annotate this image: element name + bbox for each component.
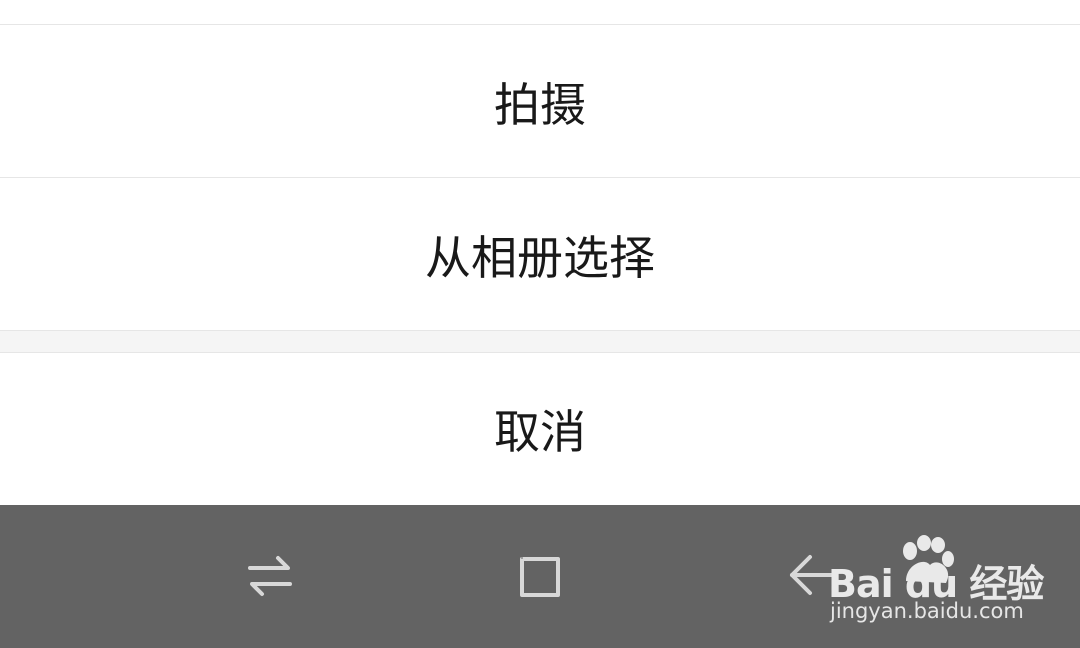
recents-switch-icon — [248, 556, 292, 596]
screen: 拍摄 从相册选择 取消 Bai du 经验 jingyan.baidu.com — [0, 0, 1080, 648]
home-square-icon — [520, 555, 560, 597]
cancel-button[interactable]: 取消 — [0, 353, 1080, 505]
sheet-divider-gap — [0, 330, 1080, 353]
cancel-label: 取消 — [494, 405, 586, 459]
home-button[interactable] — [510, 545, 570, 605]
choose-from-album-label: 从相册选择 — [425, 230, 655, 285]
top-strip — [0, 0, 1080, 25]
baidu-jingyan-watermark: Bai du 经验 jingyan.baidu.com — [828, 535, 1048, 635]
recents-button[interactable] — [240, 545, 300, 605]
choose-from-album-button[interactable]: 从相册选择 — [0, 179, 1080, 330]
take-photo-label: 拍摄 — [494, 77, 586, 132]
navigation-bar: Bai du 经验 jingyan.baidu.com — [0, 505, 1080, 648]
take-photo-button[interactable]: 拍摄 — [0, 26, 1080, 178]
watermark-url: jingyan.baidu.com — [830, 599, 1024, 623]
